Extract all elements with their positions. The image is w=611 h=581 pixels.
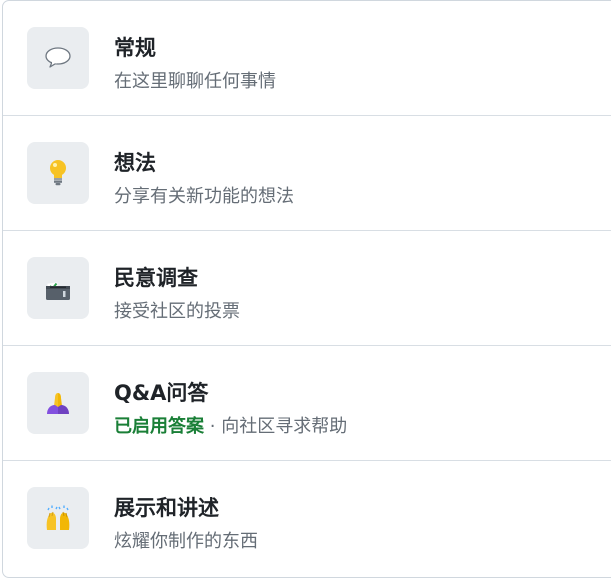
speech-bubble-icon (27, 27, 89, 89)
category-title: 民意调查 (114, 266, 198, 290)
category-title: Q&A问答 (114, 381, 209, 405)
category-description-row: 已启用答案 · 向社区寻求帮助 (114, 412, 347, 438)
discussion-category-list: 常规 在这里聊聊任何事情 想法 分享有关新功能的想法 民意调查 接受社区的投票 … (2, 0, 611, 578)
category-description: 分享有关新功能的想法 (114, 186, 294, 207)
category-item-ideas[interactable]: 想法 分享有关新功能的想法 (3, 116, 611, 231)
category-title: 展示和讲述 (114, 496, 219, 520)
category-description: 向社区寻求帮助 (221, 416, 348, 437)
category-title: 常规 (114, 36, 156, 60)
category-item-show-and-tell[interactable]: 展示和讲述 炫耀你制作的东西 (3, 461, 611, 576)
ballot-box-icon (27, 257, 89, 319)
answers-enabled-badge: 已启用答案 (114, 416, 204, 437)
praying-hands-icon (27, 372, 89, 434)
category-item-polls[interactable]: 民意调查 接受社区的投票 (3, 231, 611, 346)
separator-dot: · (209, 416, 216, 437)
raising-hands-icon (27, 487, 89, 549)
category-description: 在这里聊聊任何事情 (114, 71, 276, 92)
category-description: 接受社区的投票 (114, 301, 240, 322)
category-item-qa[interactable]: Q&A问答 已启用答案 · 向社区寻求帮助 (3, 346, 611, 461)
category-item-general[interactable]: 常规 在这里聊聊任何事情 (3, 1, 611, 116)
light-bulb-icon (27, 142, 89, 204)
category-title: 想法 (114, 151, 156, 175)
category-description: 炫耀你制作的东西 (114, 531, 258, 552)
